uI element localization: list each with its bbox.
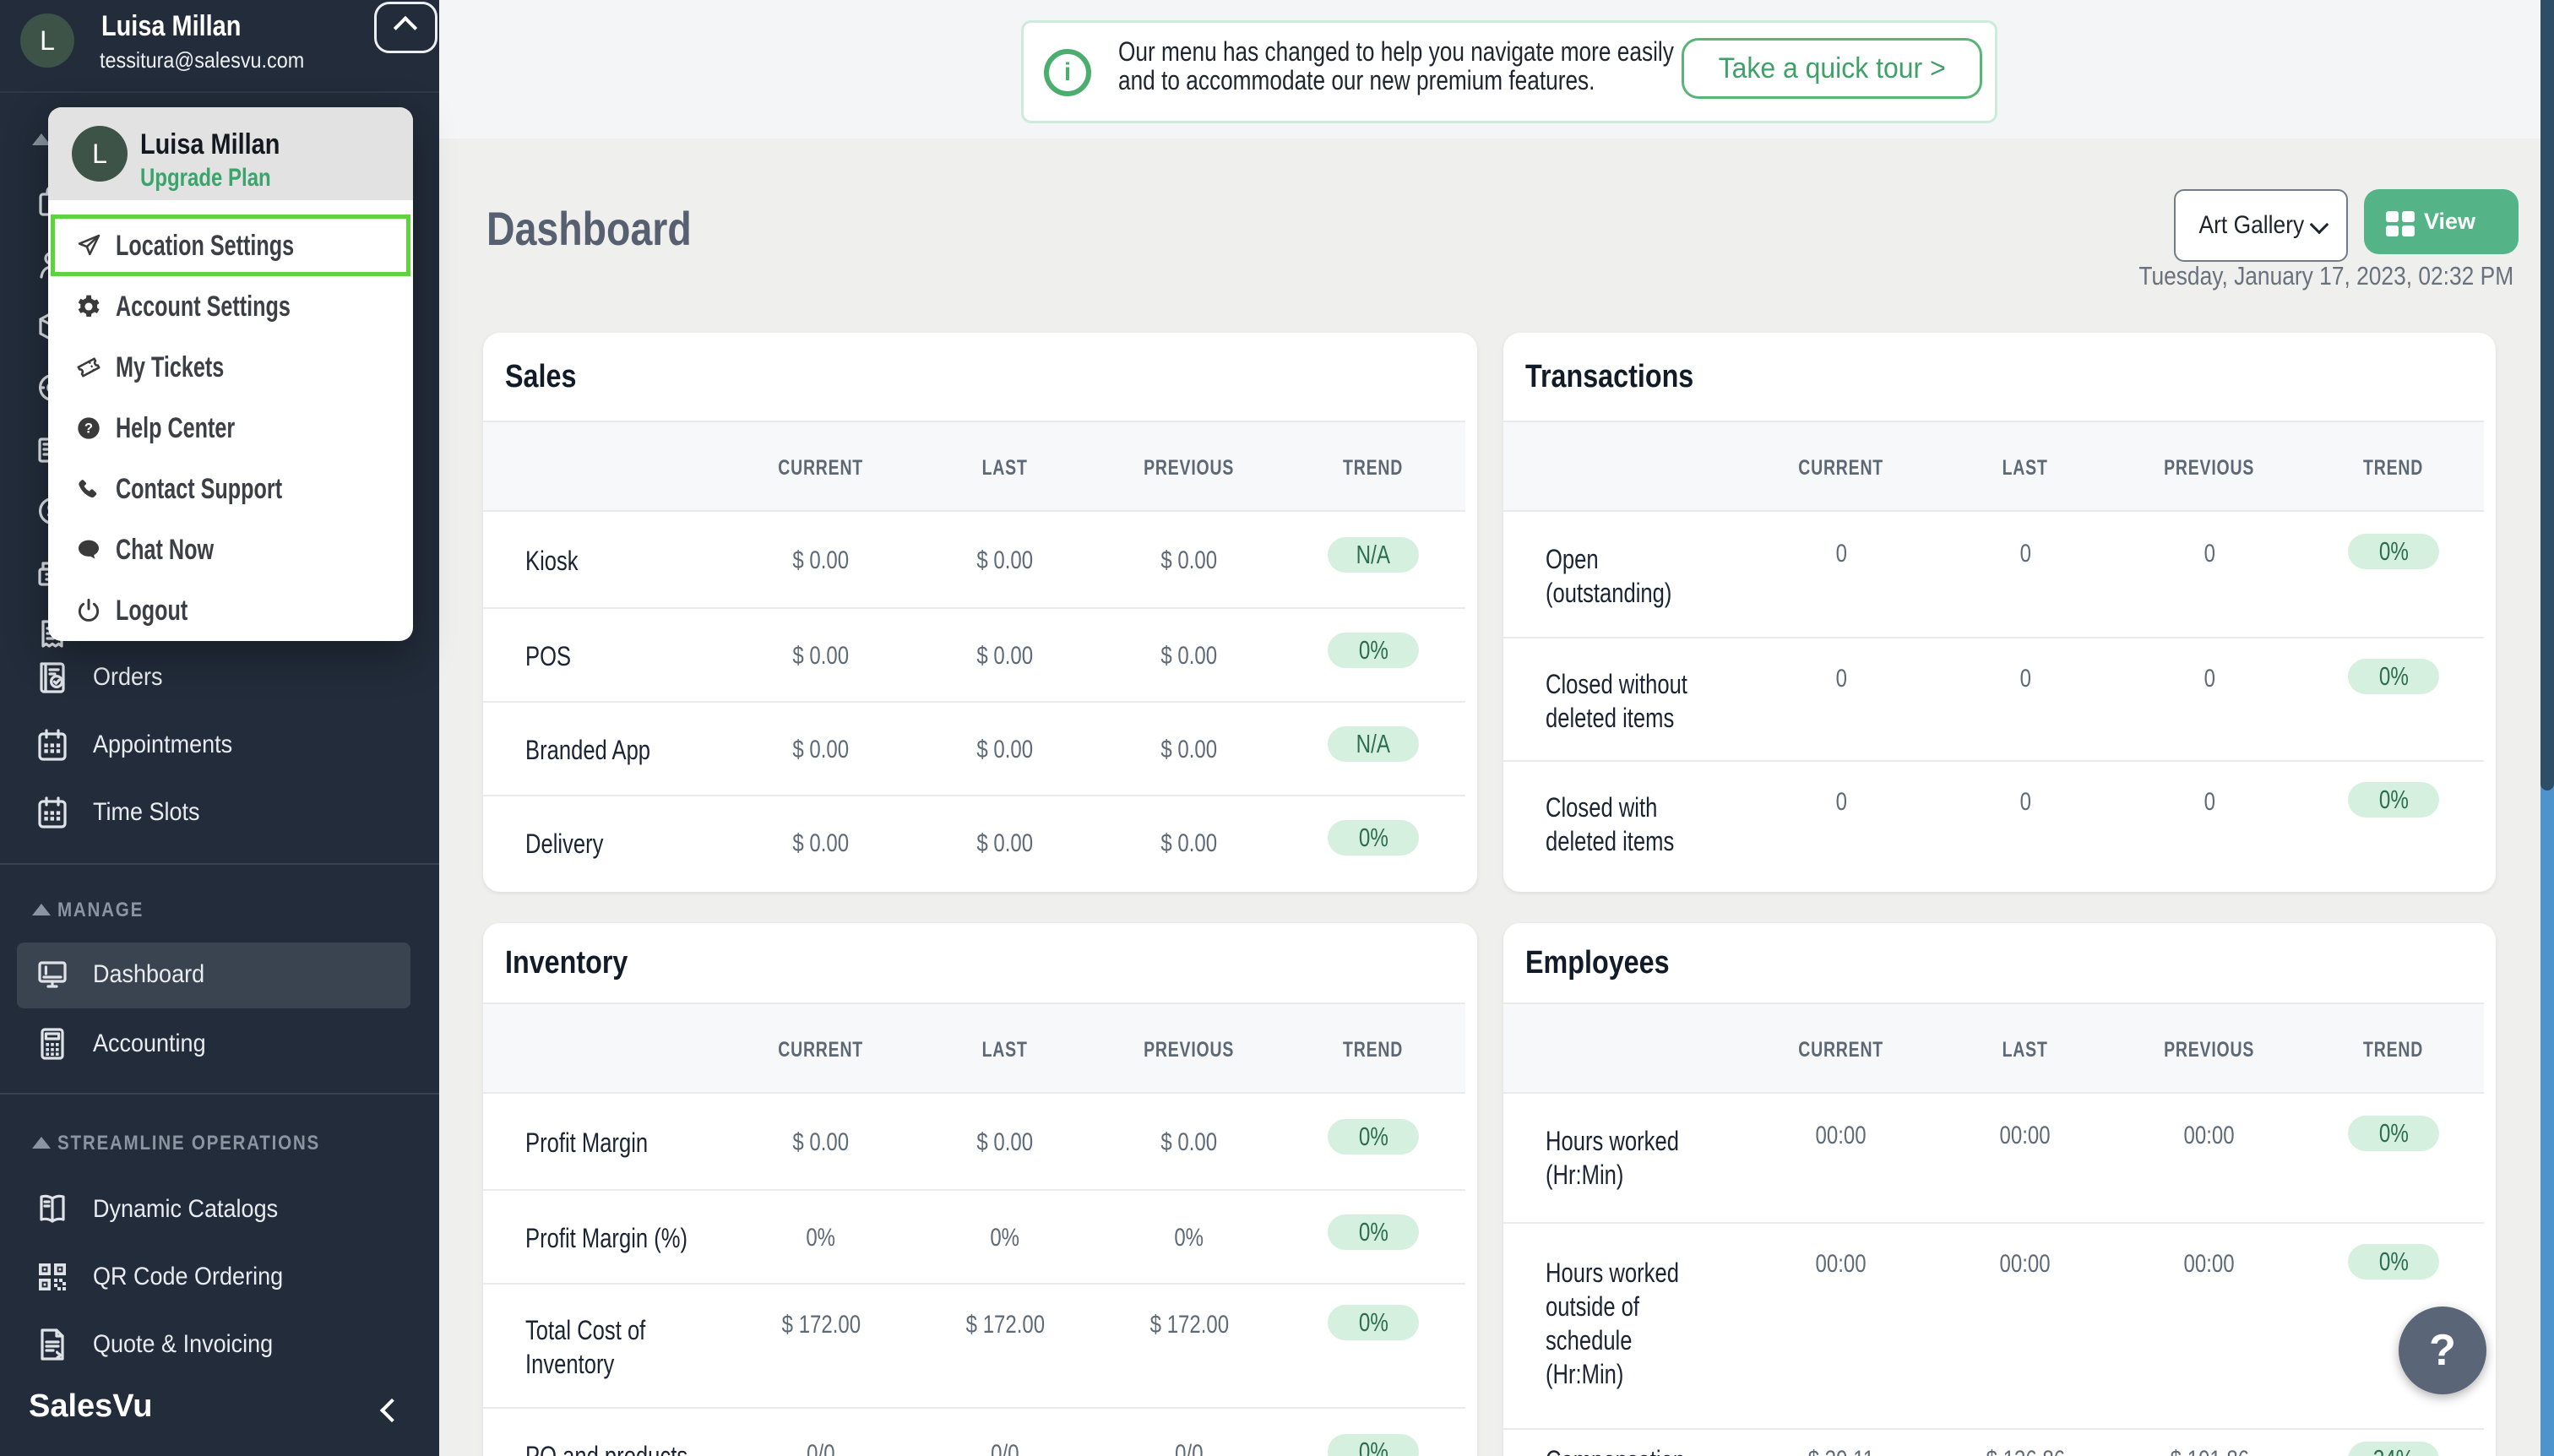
svg-text:?: ?: [84, 421, 93, 437]
